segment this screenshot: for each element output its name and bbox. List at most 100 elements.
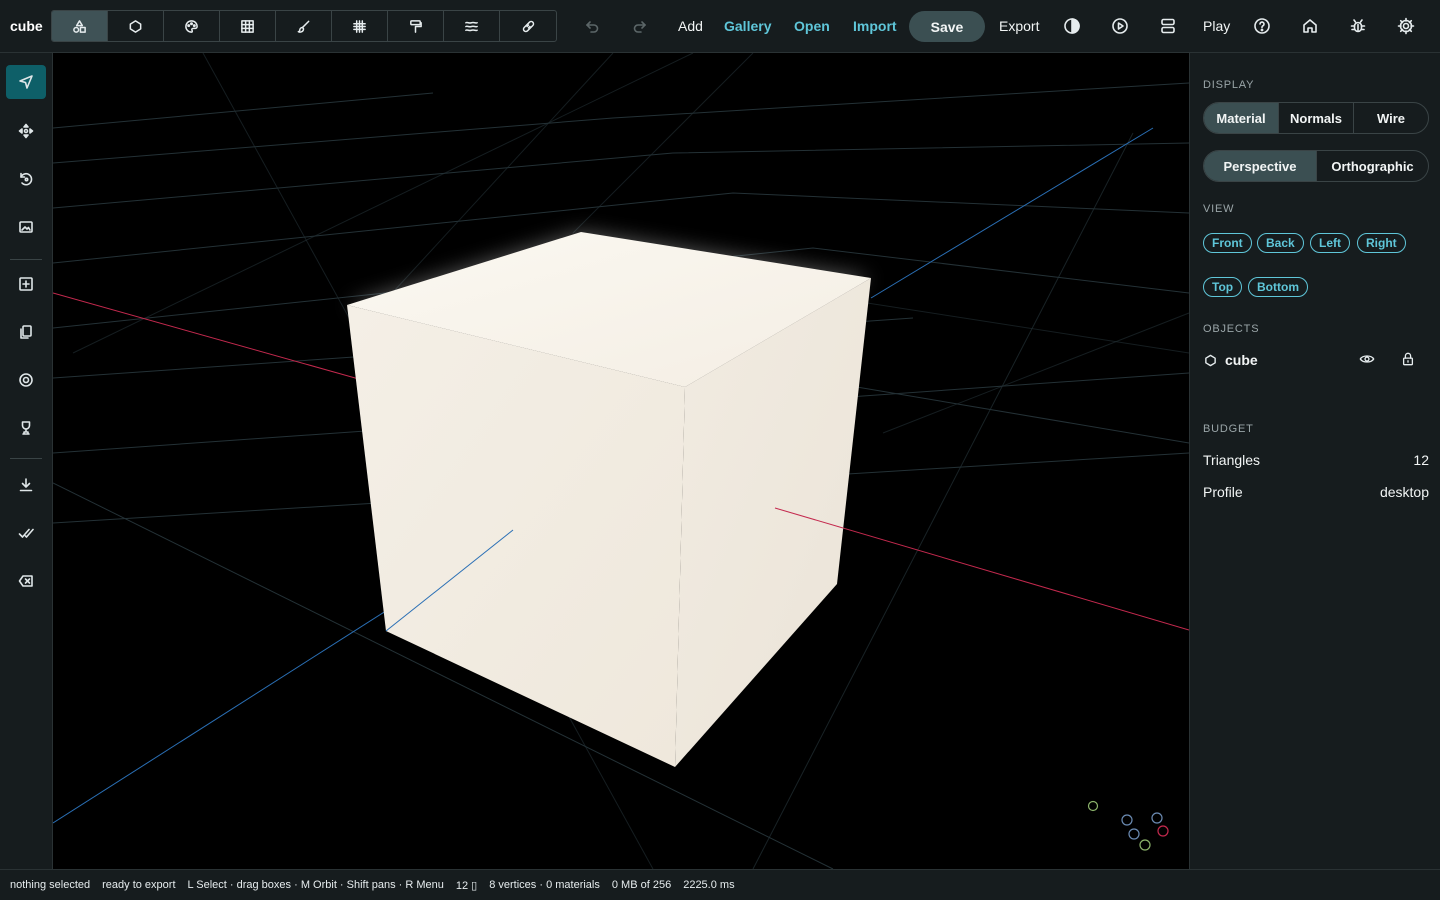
rotate-tool-button[interactable] [6,162,46,196]
roller-tool-button[interactable] [388,11,444,41]
triangles-row: Triangles 12 [1203,452,1429,468]
tool-group [51,10,557,42]
frame-tool-button[interactable] [6,210,46,244]
display-wire-button[interactable]: Wire [1354,103,1428,133]
profile-row: Profile desktop [1203,484,1429,500]
view-left-button[interactable]: Left [1310,233,1350,253]
palette-tool-button[interactable] [164,11,220,41]
display-material-button[interactable]: Material [1204,103,1279,133]
visibility-toggle[interactable] [1359,351,1377,369]
open-button[interactable]: Open [794,18,830,35]
contrast-button[interactable] [1062,16,1082,36]
brush-tool-button[interactable] [276,11,332,41]
view-right-button[interactable]: Right [1357,233,1406,253]
display-normals-button[interactable]: Normals [1279,103,1354,133]
waves-icon [465,21,478,31]
move-tool-button[interactable] [6,114,46,148]
projection-toggle: Perspective Orthographic [1203,150,1429,182]
play-circle-button[interactable] [1110,16,1130,36]
triangles-label: Triangles [1203,452,1261,468]
move-icon [18,123,34,139]
duplicate-button[interactable] [6,315,46,349]
triangle-count: 12 ▯ [455,879,478,892]
bandage-icon [522,20,534,32]
home-icon [1303,19,1317,33]
view-back-button[interactable]: Back [1257,233,1304,253]
lock-toggle[interactable] [1401,352,1417,368]
app-title: cube [10,18,43,34]
export-button[interactable]: Export [999,18,1039,35]
object-name: cube [1225,352,1258,368]
add-button[interactable]: Add [678,18,703,35]
layout-button[interactable] [1158,16,1178,36]
undo-button[interactable] [581,14,603,38]
selection-status: nothing selected [10,879,91,891]
help-button[interactable] [1252,16,1272,36]
table-tool-button[interactable] [220,11,276,41]
brush-icon [297,20,310,33]
objects-section-label: OBJECTS [1203,323,1260,335]
profile-value: desktop [1379,484,1429,500]
play-circle-icon [1112,18,1128,34]
object-list-item[interactable]: cube [1203,350,1429,370]
shapes-icon [73,19,86,33]
rotate-icon [20,172,33,186]
polygon-tool-button[interactable] [108,11,164,41]
orbit-target-icon [19,373,33,387]
save-button[interactable]: Save [909,11,985,42]
bug-icon [1350,19,1366,33]
download-button[interactable] [6,468,46,502]
projection-orthographic-button[interactable]: Orthographic [1317,151,1428,181]
bandage-tool-button[interactable] [500,11,556,41]
eye-icon [1359,355,1375,363]
redo-button[interactable] [629,14,651,38]
table-icon [241,19,254,33]
add-box-icon [19,277,33,291]
view-front-button[interactable]: Front [1203,233,1252,253]
select-arrow-icon [19,75,33,89]
orbit-target-button[interactable] [6,363,46,397]
trophy-button[interactable] [6,411,46,445]
scene-canvas[interactable] [53,53,1189,869]
view-bottom-button[interactable]: Bottom [1248,277,1308,297]
validate-button[interactable] [6,516,46,550]
left-toolbar [0,53,53,869]
grid-tool-button[interactable] [332,11,388,41]
trophy-icon [21,421,31,435]
cube-mesh[interactable] [347,232,871,767]
projection-perspective-button[interactable]: Perspective [1204,151,1317,181]
memory-usage: 0 MB of 256 [611,879,672,891]
toolbar-divider [10,259,42,260]
home-button[interactable] [1300,16,1320,36]
import-button[interactable]: Import [853,18,897,35]
budget-section-label: BUDGET [1203,423,1254,435]
redo-icon [633,21,647,33]
undo-icon [585,21,599,33]
debug-button[interactable] [1348,16,1368,36]
properties-panel: DISPLAY Material Normals Wire Perspectiv… [1189,53,1440,869]
settings-button[interactable] [1396,16,1416,36]
select-tool-button[interactable] [6,65,46,99]
add-object-button[interactable] [6,267,46,301]
image-frame-icon [19,221,33,233]
waves-tool-button[interactable] [444,11,500,41]
clear-button[interactable] [6,564,46,598]
3d-viewport[interactable] [53,53,1189,869]
export-status: ready to export [102,879,176,891]
geometry-stats: 8 vertices · 0 materials [489,879,600,891]
help-icon [1254,18,1270,34]
view-section-label: VIEW [1203,203,1235,215]
clear-icon [18,575,33,587]
layout-rows-icon [1161,18,1175,34]
view-top-button[interactable]: Top [1203,277,1243,297]
shapes-tool-button[interactable] [52,11,108,41]
download-icon [19,478,33,492]
check-all-icon [18,528,34,538]
play-button[interactable]: Play [1203,18,1230,35]
lock-icon [1402,352,1414,366]
axis-gizmo[interactable] [1087,800,1169,851]
circle-icon [129,19,142,33]
display-section-label: DISPLAY [1203,79,1255,91]
gallery-button[interactable]: Gallery [724,18,771,35]
contrast-icon [1064,18,1080,34]
